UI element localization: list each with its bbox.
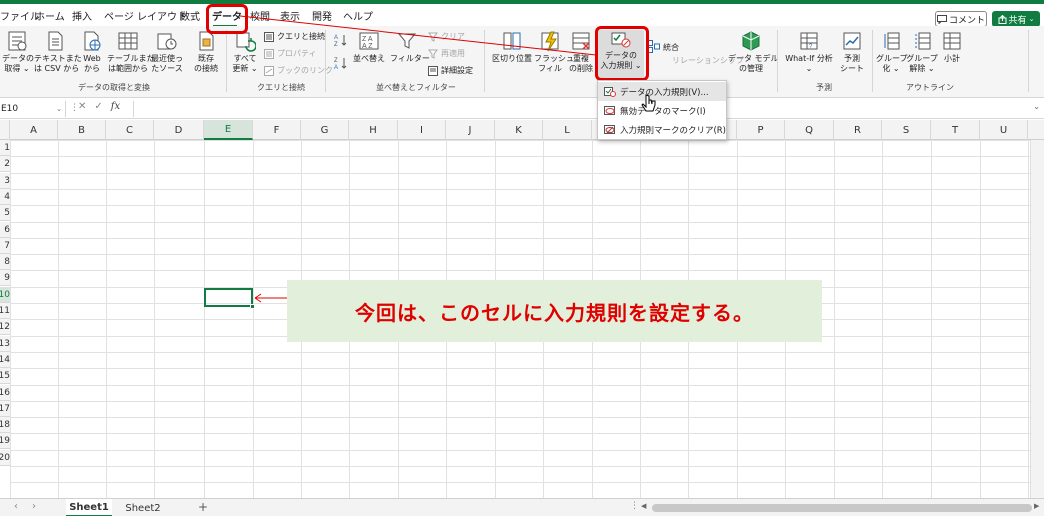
column-header[interactable]: S: [882, 120, 931, 140]
column-header[interactable]: Q: [785, 120, 834, 140]
hscroll-right-icon[interactable]: ▶: [1034, 502, 1039, 510]
column-header[interactable]: C: [106, 120, 154, 140]
validation-item-icon: [604, 86, 616, 97]
column-header[interactable]: U: [980, 120, 1028, 140]
select-all-corner[interactable]: [0, 120, 10, 140]
column-header[interactable]: F: [253, 120, 301, 140]
row-header[interactable]: 14: [0, 352, 10, 368]
column-header[interactable]: T: [931, 120, 980, 140]
row-header[interactable]: 18: [0, 417, 10, 433]
row-header[interactable]: 3: [0, 173, 10, 189]
menu-item-data-validation[interactable]: データの入力規則(V)...: [598, 82, 726, 101]
column-header[interactable]: G: [301, 120, 349, 140]
horizontal-scrollbar[interactable]: [652, 504, 1032, 512]
sheet-tab-sheet1[interactable]: Sheet1: [66, 499, 112, 516]
row-header[interactable]: 8: [0, 254, 10, 270]
row-header[interactable]: 4: [0, 189, 10, 205]
tab-options-icon[interactable]: ⋮: [630, 501, 639, 511]
annotation-callout: 今回は、このセルに入力規則を設定する。: [287, 280, 822, 342]
vertical-scrollbar[interactable]: [1030, 140, 1044, 498]
row-header[interactable]: 9: [0, 270, 10, 286]
row-header[interactable]: 15: [0, 368, 10, 384]
column-header[interactable]: E: [204, 120, 253, 140]
row-header[interactable]: 16: [0, 385, 10, 401]
menu-item-circle-invalid[interactable]: 無効データのマーク(I): [598, 101, 726, 120]
add-sheet-button[interactable]: +: [198, 500, 208, 514]
row-header[interactable]: 11: [0, 303, 10, 319]
column-header[interactable]: L: [543, 120, 592, 140]
column-header[interactable]: I: [398, 120, 446, 140]
column-header[interactable]: R: [834, 120, 882, 140]
clear-circles-icon: [604, 124, 615, 134]
data-validation-menu: データの入力規則(V)... 無効データのマーク(I) 入力規則マークのクリア(…: [597, 80, 727, 140]
column-header[interactable]: J: [446, 120, 495, 140]
circle-invalid-icon: [604, 105, 615, 115]
row-header[interactable]: 6: [0, 222, 10, 238]
highlight-data-tab: [206, 4, 248, 34]
row-header[interactable]: 20: [0, 450, 10, 466]
row-header[interactable]: 2: [0, 156, 10, 172]
row-header[interactable]: 1: [0, 140, 10, 156]
column-header[interactable]: B: [58, 120, 106, 140]
scroll-right-icon[interactable]: ›: [32, 501, 36, 512]
column-headers: ABCDEFGHIJKLMNOPQRSTU: [0, 120, 1044, 140]
sheet-tab-bar: ‹ › Sheet1 Sheet2 + ⋮ ◀ ▶: [0, 498, 1044, 516]
column-header[interactable]: A: [10, 120, 58, 140]
row-header[interactable]: 17: [0, 401, 10, 417]
selected-cell[interactable]: [204, 288, 253, 307]
annotation-text: 今回は、このセルに入力規則を設定する。: [355, 300, 754, 325]
column-header[interactable]: P: [737, 120, 785, 140]
mouse-cursor-icon: [641, 94, 656, 112]
row-header[interactable]: 7: [0, 238, 10, 254]
column-header[interactable]: K: [495, 120, 543, 140]
scroll-left-icon[interactable]: ‹: [14, 501, 18, 512]
sheet-tab-sheet2[interactable]: Sheet2: [120, 499, 166, 516]
menu-item-clear-circles[interactable]: 入力規則マークのクリア(R): [598, 120, 726, 139]
row-header[interactable]: 13: [0, 336, 10, 352]
highlight-validation-button: [595, 26, 649, 81]
row-header[interactable]: 19: [0, 433, 10, 449]
row-header[interactable]: 12: [0, 319, 10, 335]
column-header[interactable]: H: [349, 120, 398, 140]
column-header[interactable]: D: [154, 120, 204, 140]
hscroll-left-icon[interactable]: ◀: [641, 502, 646, 510]
row-header[interactable]: 10: [0, 287, 10, 303]
row-header[interactable]: 5: [0, 205, 10, 221]
highlight-connector: [239, 15, 705, 103]
